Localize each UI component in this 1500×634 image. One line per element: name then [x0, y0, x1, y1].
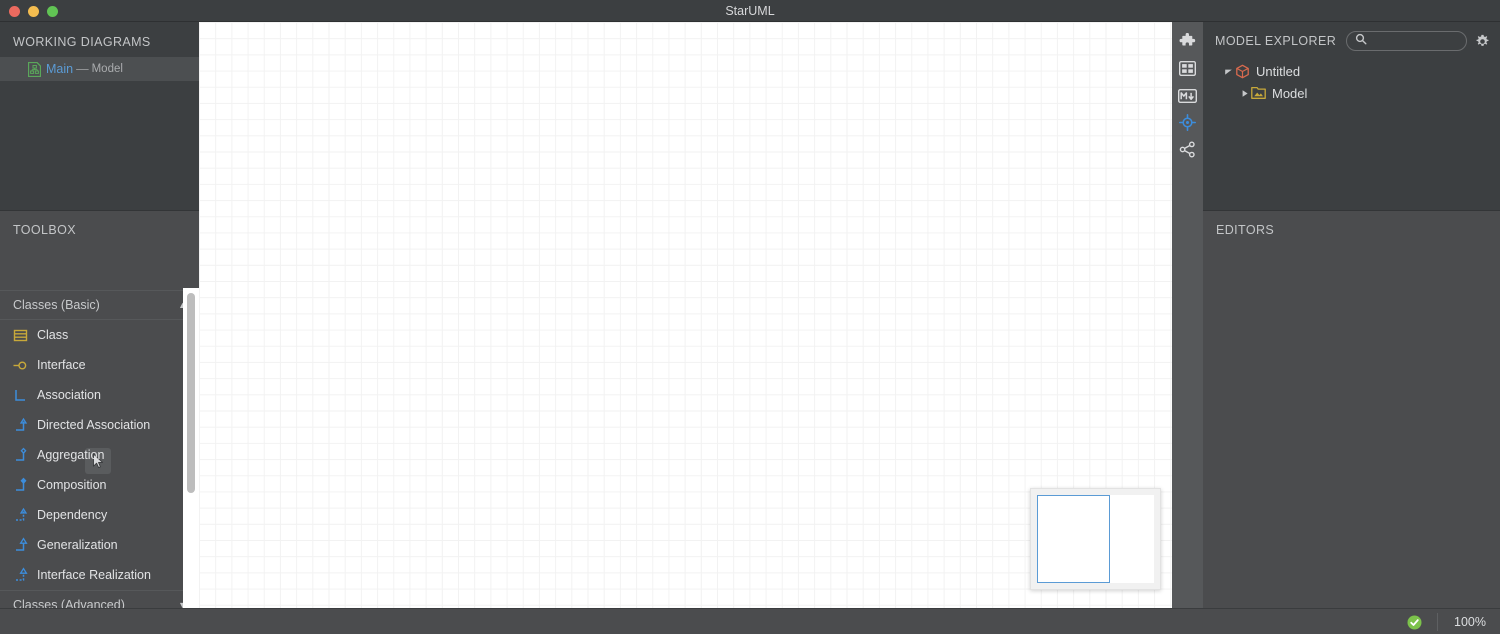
toolbox-item-label: Association [37, 388, 101, 402]
project-cube-icon [1235, 64, 1250, 79]
minimap[interactable] [1030, 488, 1161, 590]
search-icon [1355, 32, 1367, 50]
directed-association-icon [11, 416, 30, 435]
tree-node-model[interactable]: Model [1203, 82, 1500, 104]
dependency-icon [11, 506, 30, 525]
aggregation-icon [11, 446, 30, 465]
window-title: StarUML [725, 4, 775, 18]
target-crosshair-icon[interactable] [1172, 109, 1203, 136]
toolbox-group-classes-advanced[interactable]: Classes (Advanced) ▼ [0, 590, 199, 609]
toolbox-item-generalization[interactable]: Generalization [0, 530, 199, 560]
status-bar: 100% [0, 608, 1500, 634]
toolbox-item-label: Composition [37, 478, 107, 492]
toolbox-item-label: Interface [37, 358, 86, 372]
editors-panel: EDITORS [1203, 210, 1500, 608]
toolbox-item-association[interactable]: Association [0, 380, 199, 410]
markdown-icon[interactable] [1172, 82, 1203, 109]
toolbox-item-label: Class [37, 328, 69, 342]
toolbox-item-interface[interactable]: Interface [0, 350, 199, 380]
zoom-level-indicator[interactable]: 100% [1454, 609, 1486, 634]
toolbox-panel: TOOLBOX Classes (Basic) ▲ [0, 210, 199, 619]
working-diagram-separator: — [76, 62, 89, 76]
toolbox-scroll-area: Classes (Basic) ▲ Class [0, 290, 199, 609]
model-explorer-search[interactable] [1346, 31, 1467, 51]
status-divider [1437, 613, 1438, 631]
association-icon [11, 386, 30, 405]
class-icon [11, 326, 30, 345]
working-diagrams-panel: WORKING DIAGRAMS Main — Model [0, 22, 199, 210]
right-icon-strip [1172, 22, 1203, 608]
right-sidebar: MODEL EXPLORER Untitled Model EDITORS [1203, 22, 1500, 608]
minimap-viewport[interactable] [1037, 495, 1110, 583]
generalization-icon [11, 536, 30, 555]
tree-node-label: Untitled [1256, 63, 1301, 79]
interface-icon [11, 356, 30, 375]
interface-realization-icon [11, 566, 30, 585]
toolbox-scrollbar-thumb[interactable] [187, 293, 195, 493]
staruml-application-window: StarUML WORKING DIAGRAMS Main — Model TO… [0, 0, 1500, 634]
extension-puzzle-icon[interactable] [1172, 28, 1203, 55]
toolbox-item-label: Generalization [37, 538, 118, 552]
toolbox-scrollbar[interactable] [183, 288, 199, 619]
tree-node-untitled[interactable]: Untitled [1203, 60, 1500, 82]
working-diagram-item-main[interactable]: Main — Model [0, 57, 199, 81]
toolbox-item-dependency[interactable]: Dependency [0, 500, 199, 530]
grid-panels-icon[interactable] [1172, 55, 1203, 82]
tree-node-label: Model [1272, 85, 1308, 101]
toolbox-item-class[interactable]: Class [0, 320, 199, 350]
composition-icon [11, 476, 30, 495]
toolbox-item-label: Dependency [37, 508, 108, 522]
diagram-icon [27, 61, 42, 77]
toolbox-item-label: Aggregation [37, 448, 105, 462]
twisty-expanded-icon[interactable] [1221, 67, 1235, 76]
validation-ok-icon[interactable] [1407, 615, 1422, 634]
toolbox-item-directed-association[interactable]: Directed Association [0, 410, 199, 440]
toolbox-item-label: Directed Association [37, 418, 151, 432]
toolbox-item-label: Interface Realization [37, 568, 151, 582]
working-diagram-name: Main [46, 62, 74, 76]
diagram-canvas[interactable] [199, 22, 1172, 608]
working-diagrams-list: Main — Model [0, 57, 199, 81]
working-diagram-kind: Model [91, 63, 123, 75]
model-folder-icon [1251, 86, 1266, 101]
share-network-icon[interactable] [1172, 136, 1203, 163]
working-diagrams-header: WORKING DIAGRAMS [13, 35, 151, 49]
toolbox-group-classes-basic[interactable]: Classes (Basic) ▲ [0, 290, 199, 320]
toolbox-item-aggregation[interactable]: Aggregation [0, 440, 199, 470]
left-sidebar: WORKING DIAGRAMS Main — Model TOOLBOX Cl… [0, 22, 199, 619]
twisty-collapsed-icon[interactable] [1237, 89, 1251, 98]
model-explorer-panel: MODEL EXPLORER Untitled Model [1203, 22, 1500, 210]
toolbox-item-composition[interactable]: Composition [0, 470, 199, 500]
editors-header: EDITORS [1216, 223, 1275, 237]
search-input[interactable] [1372, 34, 1458, 48]
model-explorer-header: MODEL EXPLORER [1203, 22, 1500, 60]
model-explorer-tree: Untitled Model [1203, 60, 1500, 104]
title-bar: StarUML [0, 0, 1500, 22]
toolbox-item-interface-realization[interactable]: Interface Realization [0, 560, 199, 590]
toolbox-group-label: Classes (Basic) [13, 298, 100, 312]
toolbox-header: TOOLBOX [13, 223, 77, 237]
minimap-content [1037, 495, 1154, 583]
gear-icon[interactable] [1475, 34, 1490, 49]
model-explorer-title: MODEL EXPLORER [1215, 34, 1337, 48]
